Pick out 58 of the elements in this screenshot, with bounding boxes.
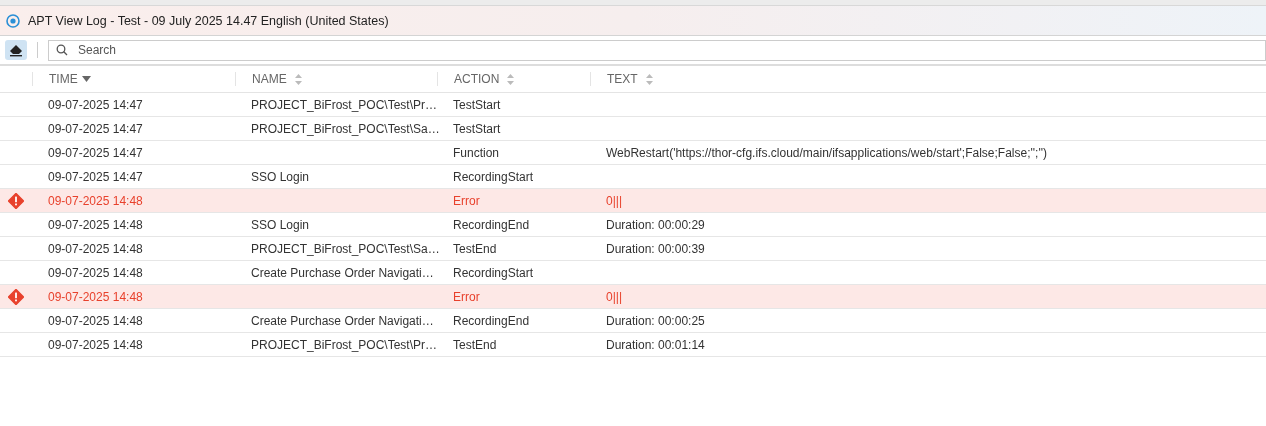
log-action: Error — [453, 289, 480, 304]
log-action: TestEnd — [453, 337, 497, 352]
log-text: WebRestart('https://thor-cfg.ifs.cloud/main/ifsapplications/web/start';False;False;'';'') — [606, 145, 1048, 160]
log-row[interactable]: 09-07-2025 14:48 SSO Login RecordingEnd Duration: 00:00:29 — [0, 213, 1266, 237]
target-icon — [6, 13, 20, 28]
search-field[interactable]: Search — [48, 39, 1266, 61]
log-action: RecordingStart — [453, 169, 534, 184]
log-name: PROJECT_BiFrost_POC\Test\Sa… — [251, 241, 440, 256]
log-time: 09-07-2025 14:48 — [48, 337, 143, 352]
log-name: PROJECT_BiFrost_POC\Test\Pr… — [251, 97, 438, 112]
log-name: PROJECT_BiFrost_POC\Test\Sa… — [251, 121, 440, 136]
log-text: Duration: 00:01:14 — [606, 337, 705, 352]
log-name: SSO Login — [251, 217, 310, 232]
log-text: Duration: 00:00:25 — [606, 313, 705, 328]
window-title: APT View Log - Test - 09 July 2025 14.47 English (United States) — [28, 13, 389, 28]
log-row[interactable]: 09-07-2025 14:48 PROJECT_BiFrost_POC\Test\Sa… TestEnd Duration: 00:00:39 — [0, 237, 1266, 261]
log-name: SSO Login — [251, 169, 310, 184]
log-name: Create Purchase Order Navigati… — [251, 313, 434, 328]
eraser-button[interactable] — [5, 40, 27, 60]
error-icon — [8, 288, 24, 305]
log-name: PROJECT_BiFrost_POC\Test\Pr… — [251, 337, 438, 352]
log-time: 09-07-2025 14:48 — [48, 241, 143, 256]
column-header[interactable]: ACTION — [437, 72, 590, 86]
log-time: 09-07-2025 14:47 — [48, 169, 143, 184]
log-row[interactable]: 09-07-2025 14:48 Create Purchase Order Navigati… RecordingEnd Duration: 00:00:25 — [0, 309, 1266, 333]
search-icon — [56, 43, 68, 56]
log-action: RecordingStart — [453, 265, 534, 280]
log-action: TestEnd — [453, 241, 497, 256]
log-row[interactable]: 09-07-2025 14:47 Function WebRestart('https://thor-cfg.ifs.cloud/main/ifsapplications/web/start';False;False;'';'') — [0, 141, 1266, 165]
column-header[interactable]: TIME — [32, 72, 235, 86]
error-row[interactable]: 09-07-2025 14:48 Error 0||| — [0, 285, 1266, 309]
log-text: 0||| — [606, 193, 623, 208]
log-row[interactable]: 09-07-2025 14:47 PROJECT_BiFrost_POC\Test\Pr… TestStart — [0, 93, 1266, 117]
log-text: Duration: 00:00:39 — [606, 241, 705, 256]
log-time: 09-07-2025 14:47 — [48, 121, 143, 136]
log-action: Function — [453, 145, 500, 160]
log-row[interactable]: 09-07-2025 14:48 PROJECT_BiFrost_POC\Test\Pr… TestEnd Duration: 00:01:14 — [0, 333, 1266, 357]
column-header[interactable]: TEXT — [590, 72, 1266, 86]
log-time: 09-07-2025 14:48 — [48, 217, 143, 232]
log-row[interactable]: 09-07-2025 14:47 PROJECT_BiFrost_POC\Test\Sa… TestStart — [0, 117, 1266, 141]
log-action: RecordingEnd — [453, 217, 530, 232]
log-action: TestStart — [453, 97, 501, 112]
log-time: 09-07-2025 14:48 — [48, 313, 143, 328]
log-name: Create Purchase Order Navigati… — [251, 265, 434, 280]
log-text: Duration: 00:00:29 — [606, 217, 705, 232]
column-header[interactable]: NAME — [235, 72, 437, 86]
error-row[interactable]: 09-07-2025 14:48 Error 0||| — [0, 189, 1266, 213]
log-action: RecordingEnd — [453, 313, 530, 328]
log-time: 09-07-2025 14:47 — [48, 97, 143, 112]
log-time: 09-07-2025 14:48 — [48, 265, 143, 280]
log-text: 0||| — [606, 289, 623, 304]
error-icon — [8, 192, 24, 209]
log-action: Error — [453, 193, 480, 208]
log-time: 09-07-2025 14:47 — [48, 145, 143, 160]
log-time: 09-07-2025 14:48 — [48, 193, 143, 208]
eraser-icon — [8, 43, 24, 57]
log-time: 09-07-2025 14:48 — [48, 289, 143, 304]
log-action: TestStart — [453, 121, 501, 136]
